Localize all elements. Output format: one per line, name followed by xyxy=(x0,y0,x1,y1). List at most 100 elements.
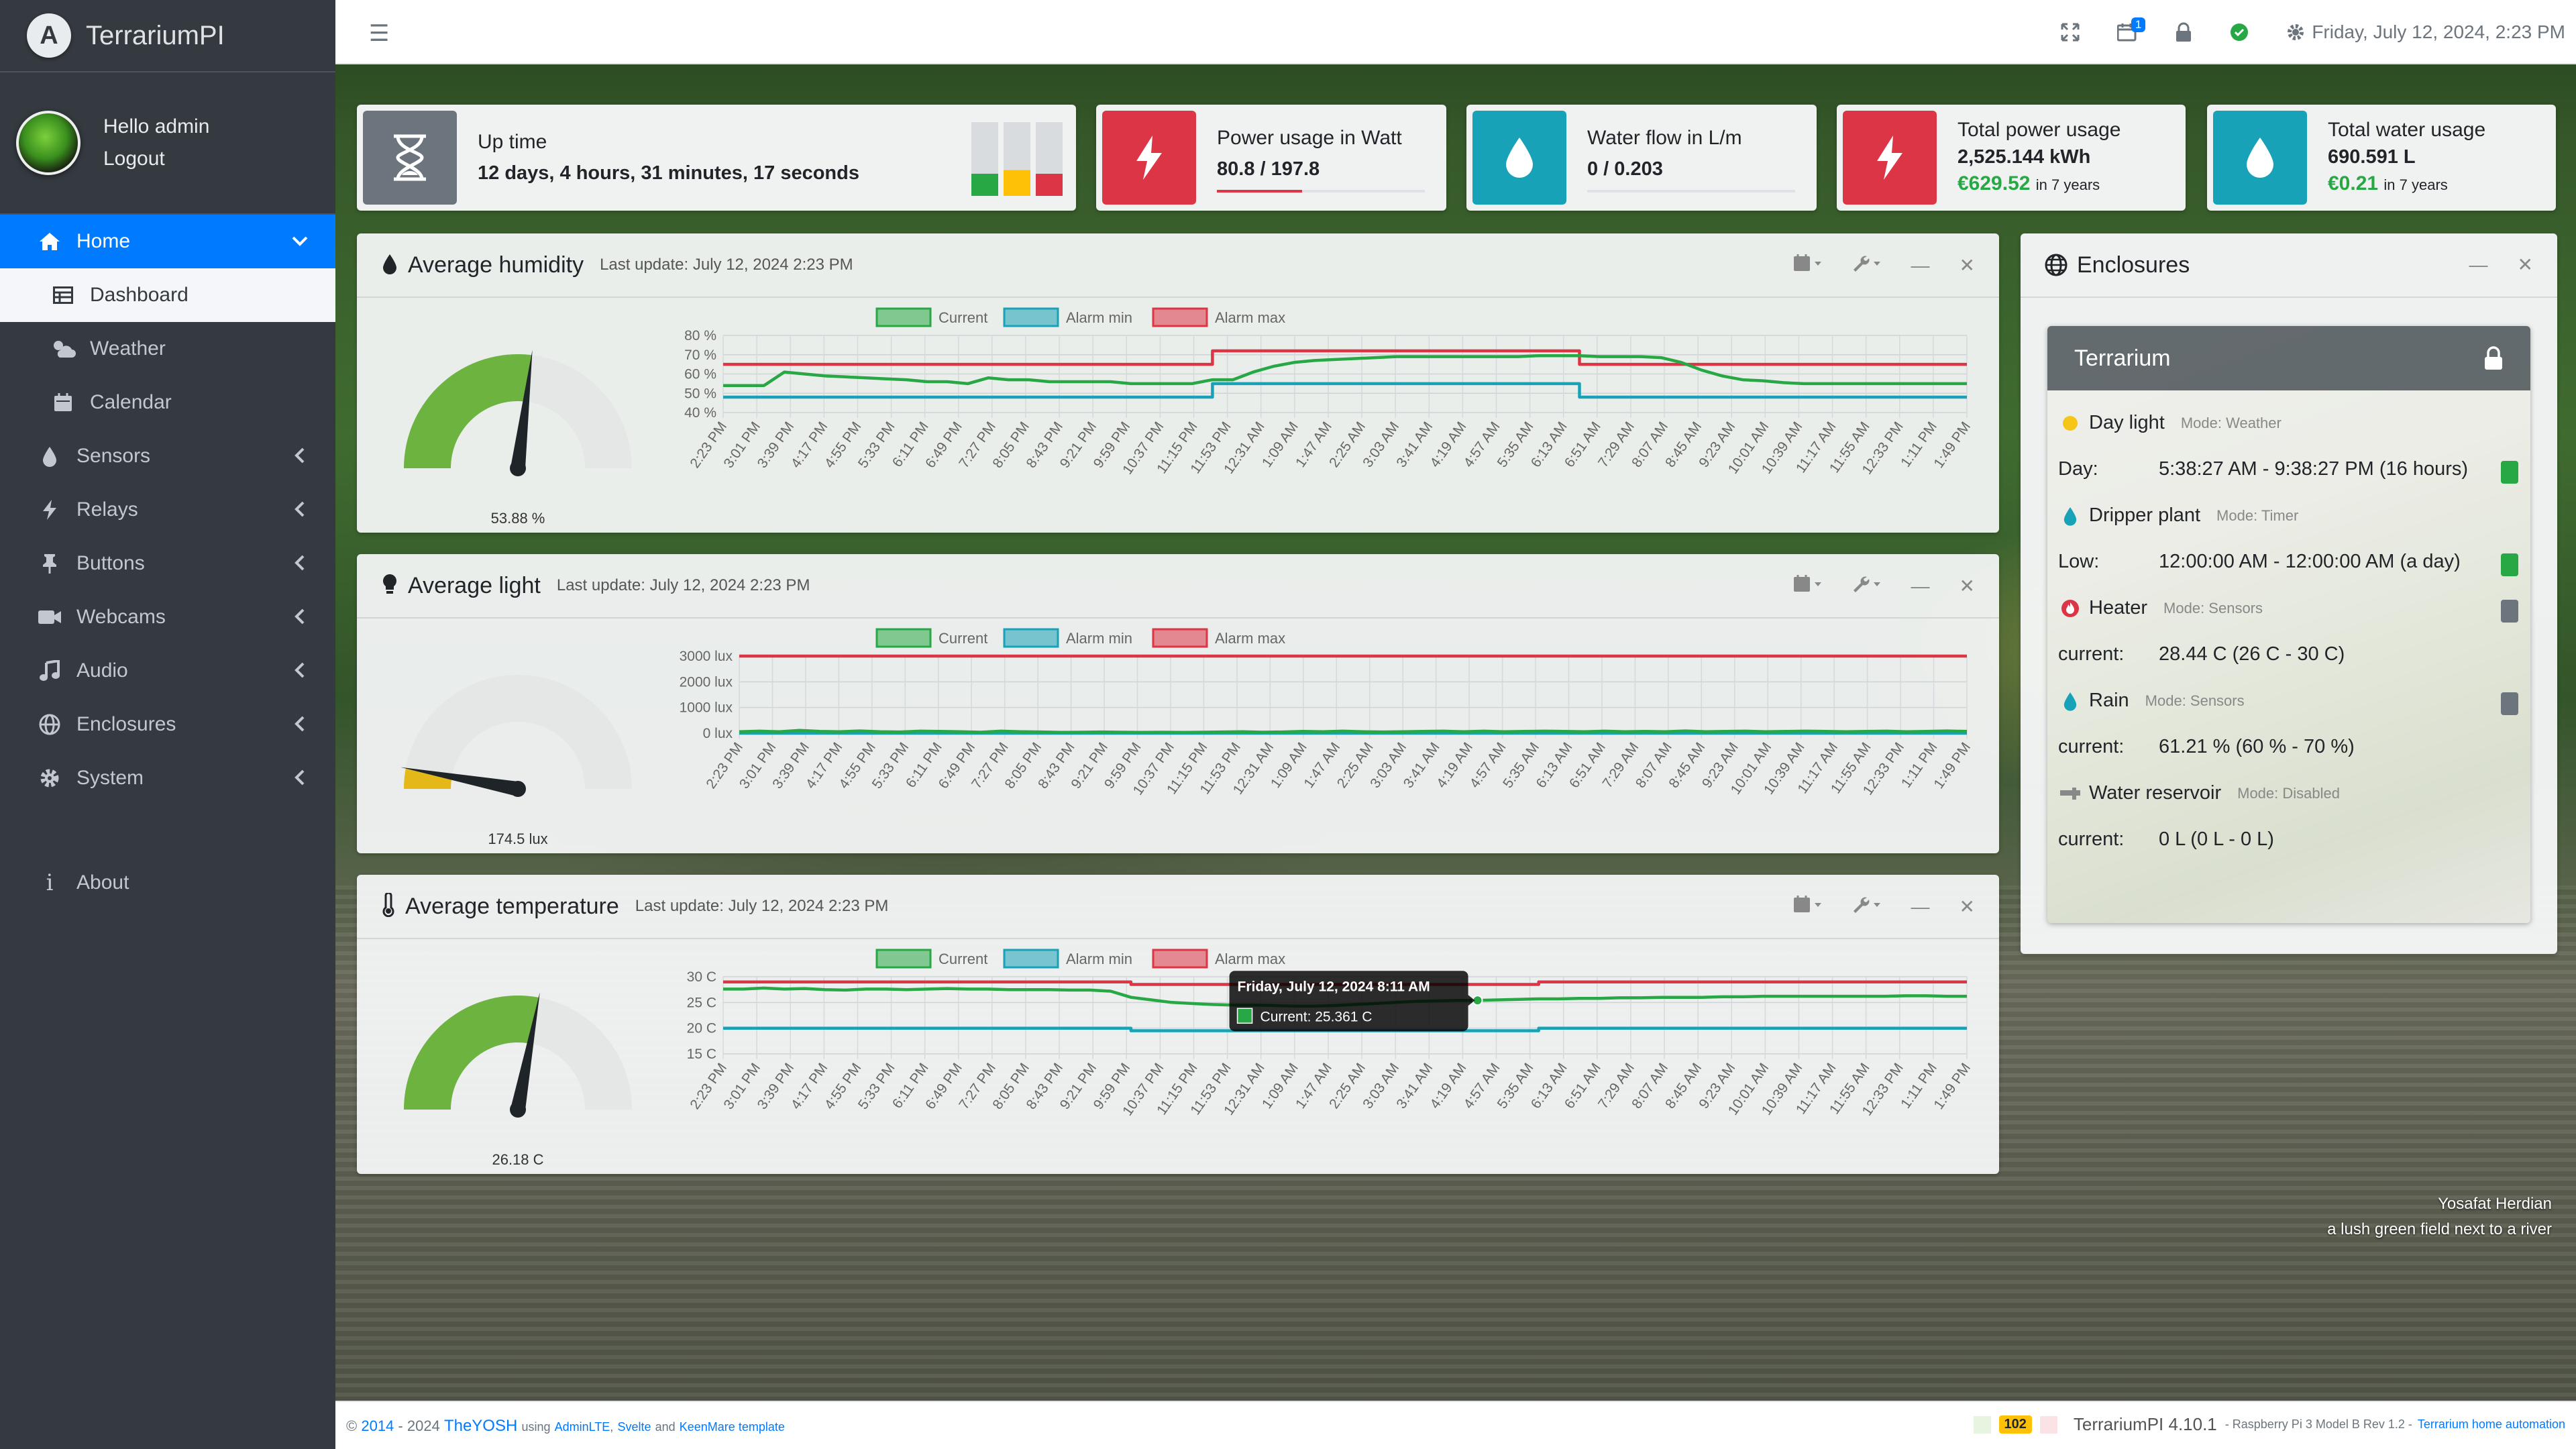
fullscreen-icon[interactable] xyxy=(2061,23,2080,42)
logout-link[interactable]: Logout xyxy=(103,143,209,175)
sidebar-item-dashboard[interactable]: Dashboard xyxy=(0,268,335,322)
close-icon[interactable]: ✕ xyxy=(1960,254,1975,276)
y-tick-label: 0 lux xyxy=(703,726,733,741)
svelte-link[interactable]: Svelte xyxy=(617,1420,651,1434)
chevron-left-icon xyxy=(291,715,309,738)
card-title: Average temperature xyxy=(405,893,619,919)
info-box-total-power: Total power usage 2,525.144 kWh €629.52 … xyxy=(1837,105,2186,211)
y-tick-label: 30 C xyxy=(687,969,716,985)
sidebar-item-home[interactable]: Home xyxy=(0,215,335,268)
sidebar-item-label: Webcams xyxy=(76,606,166,628)
sidebar-item-system[interactable]: System xyxy=(0,751,335,805)
series-current xyxy=(739,729,1968,735)
legend-swatch xyxy=(875,307,932,327)
wrench-icon[interactable] xyxy=(1852,574,1882,598)
lock-icon[interactable] xyxy=(2175,22,2192,42)
sidebar-item-audio[interactable]: Audio xyxy=(0,644,335,698)
enclosure-area-header[interactable]: Heater Mode: Sensors xyxy=(2047,585,2530,631)
area-mode: Mode: Weather xyxy=(2180,414,2282,431)
wrench-icon[interactable] xyxy=(1852,254,1882,277)
line-chart-light: Current Alarm min Alarm max 0 lux 1000 lux 20… xyxy=(680,628,1974,798)
and-text: and xyxy=(655,1420,676,1434)
collapse-icon[interactable]: — xyxy=(1911,896,1930,918)
y-tick-label: 60 % xyxy=(684,367,716,382)
settings-datetime[interactable]: Friday, July 12, 2024, 2:23 PM xyxy=(2286,21,2565,43)
area-period-label: current: xyxy=(2058,643,2125,665)
last-update: Last update: July 12, 2024 2:23 PM xyxy=(600,256,853,274)
sidebar-item-label: Calendar xyxy=(90,391,172,413)
status-ok-icon[interactable] xyxy=(2230,23,2249,42)
y-tick-label: 1000 lux xyxy=(680,700,733,716)
legend-swatch xyxy=(1152,949,1208,969)
legend-label: Current xyxy=(938,630,987,647)
y-tick-label: 2000 lux xyxy=(680,674,733,690)
menu-toggle-icon[interactable]: ☰ xyxy=(369,20,389,47)
close-icon[interactable]: ✕ xyxy=(1960,575,1975,597)
enclosure-area-header[interactable]: Day light Mode: Weather xyxy=(2047,400,2530,446)
year-link[interactable]: 2014 xyxy=(361,1417,394,1434)
collapse-icon[interactable]: — xyxy=(2469,254,2488,276)
sidebar-nav: Home Dashboard Weather Calendar Sensors Relay… xyxy=(0,215,335,910)
gauge-light xyxy=(400,675,632,797)
legend-swatch xyxy=(1003,307,1059,327)
enclosure-area-value: current: 61.21 % (60 % - 70 %) xyxy=(2047,724,2530,770)
status-square-green xyxy=(1973,1415,1991,1434)
water-drop-icon xyxy=(1472,111,1566,205)
area-status-indicator xyxy=(2501,600,2518,623)
bolt-icon xyxy=(34,499,66,521)
template-link[interactable]: KeenMare template xyxy=(680,1420,785,1434)
enclosure-area-header[interactable]: Dripper plant Mode: Timer xyxy=(2047,492,2530,539)
music-icon xyxy=(34,660,66,682)
sidebar-item-sensors[interactable]: Sensors xyxy=(0,429,335,483)
app-name: TerrariumPI xyxy=(86,20,225,50)
collapse-icon[interactable]: — xyxy=(1911,255,1930,276)
sidebar: A TerrariumPI Hello admin Logout Home Das… xyxy=(0,0,335,1449)
total-water-title: Total water usage xyxy=(2328,119,2486,141)
tagline-link[interactable]: Terrarium home automation xyxy=(2418,1417,2565,1432)
sidebar-item-enclosures[interactable]: Enclosures xyxy=(0,698,335,751)
y-tick-label: 40 % xyxy=(684,405,716,421)
period-calendar-icon[interactable] xyxy=(1793,895,1823,918)
wrench-icon[interactable] xyxy=(1852,895,1882,918)
calendar-icon xyxy=(47,392,79,413)
sidebar-item-webcams[interactable]: Webcams xyxy=(0,590,335,644)
sidebar-item-relays[interactable]: Relays xyxy=(0,483,335,537)
y-tick-label: 20 C xyxy=(687,1021,716,1036)
total-power-value: 2,525.144 kWh xyxy=(1957,146,2091,168)
close-icon[interactable]: ✕ xyxy=(1960,896,1975,918)
photo-author[interactable]: Yosafat Herdian xyxy=(2327,1191,2552,1217)
brand[interactable]: A TerrariumPI xyxy=(0,0,335,72)
card-temperature: Average temperature Last update: July 12,… xyxy=(357,875,1999,1174)
series-current xyxy=(723,354,1967,388)
sidebar-item-label: Audio xyxy=(76,659,128,682)
collapse-icon[interactable]: — xyxy=(1911,576,1930,597)
sidebar-item-weather[interactable]: Weather xyxy=(0,322,335,376)
area-mode: Mode: Sensors xyxy=(2145,692,2245,709)
period-calendar-icon[interactable] xyxy=(1793,574,1823,598)
sidebar-item-buttons[interactable]: Buttons xyxy=(0,537,335,590)
sidebar-item-calendar[interactable]: Calendar xyxy=(0,376,335,429)
legend-label: Alarm max xyxy=(1215,630,1285,647)
enclosure-area-header[interactable]: Water reservoir Mode: Disabled xyxy=(2047,770,2530,816)
close-icon[interactable]: ✕ xyxy=(2518,254,2533,276)
chevron-left-icon xyxy=(291,769,309,792)
lock-icon[interactable] xyxy=(2483,346,2504,370)
calendar-notifications-icon[interactable]: 1 xyxy=(2117,17,2146,42)
using-text: using xyxy=(521,1420,551,1434)
globe-icon xyxy=(34,714,66,735)
load-bar-fill xyxy=(971,174,998,196)
home-icon xyxy=(34,231,66,252)
series-alarm-min xyxy=(723,382,1967,399)
author-link[interactable]: TheYOSH xyxy=(444,1417,517,1435)
sidebar-item-label: Sensors xyxy=(76,445,151,467)
enclosure-area-header[interactable]: Rain Mode: Sensors xyxy=(2047,678,2530,724)
adminlte-link[interactable]: AdminLTE xyxy=(555,1420,610,1434)
current-datetime: Friday, July 12, 2024, 2:23 PM xyxy=(2312,21,2565,42)
period-calendar-icon[interactable] xyxy=(1793,254,1823,277)
sidebar-item-about[interactable]: i About xyxy=(0,856,335,910)
sidebar-item-label: Weather xyxy=(90,337,166,360)
enclosure-name: Terrarium xyxy=(2074,345,2171,371)
gauge-humidity xyxy=(404,350,632,476)
chevron-left-icon xyxy=(291,447,309,470)
total-power-cost: €629.52 xyxy=(1957,172,2031,195)
